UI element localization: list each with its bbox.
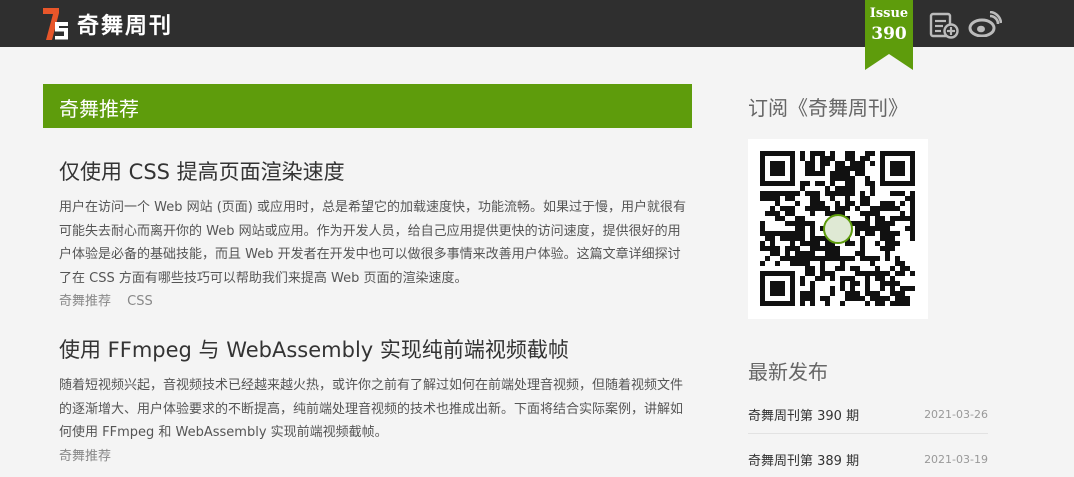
- issue-number: 390: [871, 24, 907, 44]
- latest-item-date: 2021-03-19: [924, 452, 988, 466]
- latest-list: 奇舞周刊第 390 期 2021-03-26 奇舞周刊第 389 期 2021-…: [748, 396, 988, 477]
- article-card: 使用 FFmpeg 与 WebAssembly 实现纯前端视频截帧 随着短视频兴…: [59, 336, 689, 467]
- site-name: 奇舞周刊: [77, 14, 174, 39]
- latest-item-name[interactable]: 奇舞周刊第 390 期: [748, 405, 859, 424]
- weibo-icon[interactable]: [968, 11, 1002, 37]
- article-tags: 奇舞推荐 CSS: [59, 292, 689, 312]
- logo-mark-icon: [43, 8, 68, 40]
- tag-link[interactable]: 奇舞推荐: [59, 294, 111, 309]
- section-title: 奇舞推荐: [59, 97, 139, 121]
- article-title-link[interactable]: 使用 FFmpeg 与 WebAssembly 实现纯前端视频截帧: [59, 336, 689, 364]
- section-header: 奇舞推荐: [43, 84, 692, 128]
- latest-item-name[interactable]: 奇舞周刊第 389 期: [748, 450, 859, 469]
- article-title-link[interactable]: 仅使用 CSS 提高页面渲染速度: [59, 158, 689, 186]
- latest-item-date: 2021-03-26: [924, 408, 988, 421]
- issue-badge[interactable]: Issue 390: [865, 0, 913, 70]
- article-summary: 用户在访问一个 Web 网站 (页面) 或应用时，总是希望它的加载速度快，功能流…: [59, 200, 687, 286]
- latest-item[interactable]: 奇舞周刊第 389 期 2021-03-19: [748, 434, 988, 477]
- qr-code: [748, 139, 928, 319]
- latest-title: 最新发布: [748, 360, 828, 384]
- article-tags: 奇舞推荐: [59, 447, 689, 467]
- tag-link[interactable]: CSS: [127, 294, 153, 309]
- tag-link[interactable]: 奇舞推荐: [59, 449, 111, 464]
- qr-code-image: [760, 151, 915, 306]
- subscribe-title: 订阅《奇舞周刊》: [748, 96, 908, 120]
- issue-label: Issue: [869, 6, 909, 21]
- article-summary: 随着短视频兴起，音视频技术已经越来越火热，或许你之前有了解过如何在前端处理音视频…: [59, 378, 684, 440]
- site-logo[interactable]: 奇舞周刊: [43, 8, 173, 40]
- rss-icon[interactable]: [929, 11, 959, 39]
- article-card: 仅使用 CSS 提高页面渲染速度 用户在访问一个 Web 网站 (页面) 或应用…: [59, 158, 689, 312]
- latest-item[interactable]: 奇舞周刊第 390 期 2021-03-26: [748, 396, 988, 434]
- top-bar: 奇舞周刊 Issue 390: [0, 0, 1074, 70]
